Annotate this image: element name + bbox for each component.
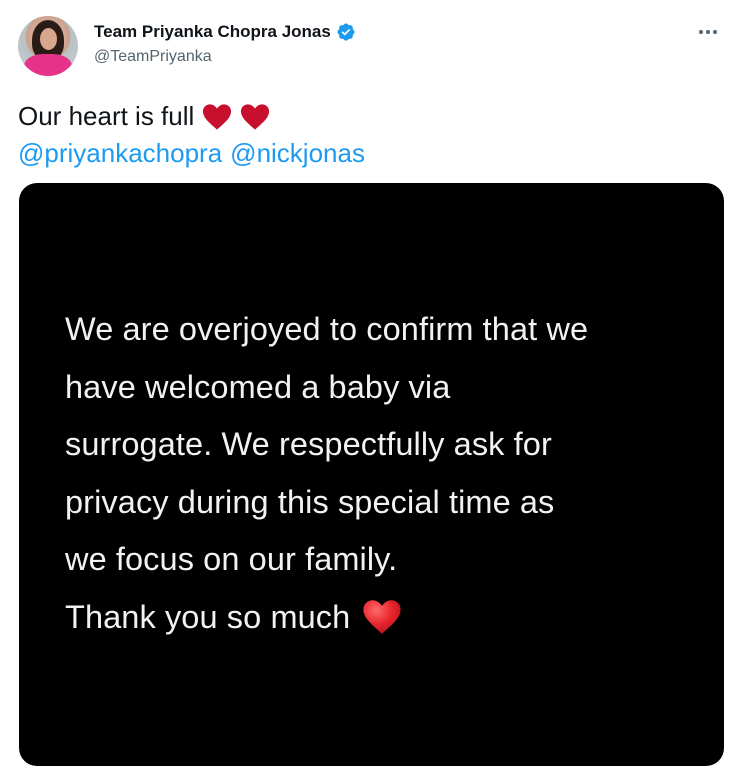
red-heart-icon — [241, 103, 270, 130]
author-name-row[interactable]: Team Priyanka Chopra Jonas — [94, 22, 356, 42]
more-options-button[interactable] — [694, 20, 722, 44]
avatar-face — [40, 28, 57, 50]
red-heart-icon — [363, 600, 401, 635]
media-text-line: have welcomed a baby via — [65, 368, 451, 405]
media-text-line: surrogate. We respectfully ask for — [65, 426, 552, 462]
mentions-line: @priyankachopra @nickjonas — [18, 135, 718, 172]
mention-link-priyankachopra[interactable]: @priyankachopra — [18, 135, 222, 172]
mention-link-nickjonas[interactable]: @nickjonas — [230, 135, 365, 172]
more-dot-icon — [699, 30, 703, 34]
media-text-line: privacy during this special time as — [65, 483, 555, 520]
author-handle[interactable]: @TeamPriyanka — [94, 48, 212, 66]
media-text-line-last: Thank you so much — [65, 589, 705, 647]
avatar-jacket — [24, 54, 72, 76]
tweet-text: Our heart is full @priyankachopra @nickj… — [18, 98, 718, 172]
verified-badge-icon — [337, 23, 355, 41]
media-text-line: We are overjoyed to confirm that we — [65, 311, 589, 347]
media-text-closing: Thank you so much — [65, 598, 351, 635]
tweet-media-image[interactable]: We are overjoyed to confirm that we have… — [19, 183, 724, 766]
media-announcement-text: We are overjoyed to confirm that we have… — [65, 301, 705, 646]
tweet-card: Team Priyanka Chopra Jonas @TeamPriyanka… — [0, 0, 736, 769]
tweet-text-line: Our heart is full — [18, 98, 718, 135]
more-dot-icon — [706, 30, 710, 34]
avatar[interactable] — [18, 16, 78, 76]
red-heart-icon — [203, 103, 232, 130]
author-display-name[interactable]: Team Priyanka Chopra Jonas — [94, 22, 331, 42]
media-text-line: we focus on our family. — [65, 541, 398, 577]
tweet-text-content: Our heart is full — [18, 101, 195, 131]
more-dot-icon — [713, 30, 717, 34]
